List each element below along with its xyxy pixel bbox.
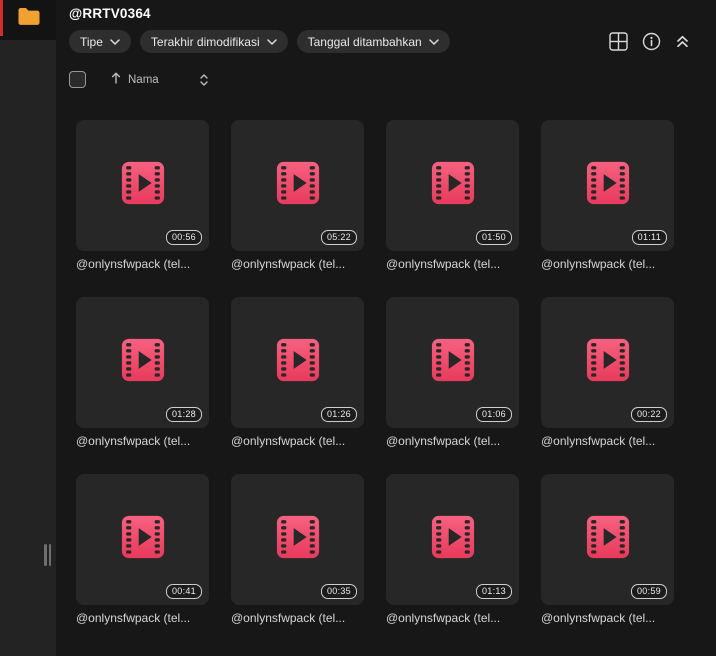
rail-active-item <box>0 0 56 40</box>
file-card[interactable]: 01:11 @onlynsfwpack (tel... <box>541 120 674 271</box>
grid-view-icon[interactable] <box>609 32 628 51</box>
duration-badge: 01:26 <box>320 407 357 422</box>
list-controls: Nama <box>69 71 716 88</box>
video-thumbnail: 01:13 <box>386 474 519 605</box>
filter-chip-date-added[interactable]: Tanggal ditambahkan <box>296 30 450 53</box>
video-thumbnail: 01:28 <box>76 297 209 428</box>
file-manager-window: @RRTV0364 Tipe Terakhir dimodifikasi Tan… <box>0 0 716 656</box>
info-icon[interactable] <box>642 32 661 51</box>
collapse-up-icon[interactable] <box>675 34 690 49</box>
sidebar-rail <box>0 0 56 656</box>
video-thumbnail: 01:11 <box>541 120 674 251</box>
duration-badge: 00:22 <box>630 407 667 422</box>
page-title: @RRTV0364 <box>69 6 151 21</box>
file-name: @onlynsfwpack (tel... <box>541 434 656 448</box>
film-icon <box>430 160 476 211</box>
film-icon <box>430 337 476 388</box>
file-grid: 00:56 @onlynsfwpack (tel... 05:22 @onlyn… <box>76 120 716 625</box>
filter-chip-label: Tipe <box>80 34 103 49</box>
file-name: @onlynsfwpack (tel... <box>386 257 501 271</box>
file-card[interactable]: 00:22 @onlynsfwpack (tel... <box>541 297 674 448</box>
filter-chip-label: Tanggal ditambahkan <box>307 34 422 49</box>
duration-badge: 01:50 <box>475 230 512 245</box>
toolbar-icons <box>609 32 690 51</box>
file-name: @onlynsfwpack (tel... <box>76 434 191 448</box>
sort-by-control[interactable]: Nama <box>111 72 159 87</box>
video-thumbnail: 05:22 <box>231 120 364 251</box>
video-thumbnail: 01:26 <box>231 297 364 428</box>
film-icon <box>120 514 166 565</box>
file-card[interactable]: 00:35 @onlynsfwpack (tel... <box>231 474 364 625</box>
video-thumbnail: 00:56 <box>76 120 209 251</box>
chevron-down-icon <box>428 38 439 45</box>
active-indicator <box>0 0 3 36</box>
duration-badge: 00:41 <box>165 584 202 599</box>
filter-chip-type[interactable]: Tipe <box>69 30 131 53</box>
sort-field-label: Nama <box>128 73 159 86</box>
duration-badge: 00:35 <box>320 584 357 599</box>
arrow-up-icon <box>111 72 121 87</box>
filter-chips: Tipe Terakhir dimodifikasi Tanggal ditam… <box>69 30 450 53</box>
file-name: @onlynsfwpack (tel... <box>76 611 191 625</box>
video-thumbnail: 00:59 <box>541 474 674 605</box>
duration-badge: 01:06 <box>475 407 512 422</box>
film-icon <box>585 514 631 565</box>
video-thumbnail: 00:35 <box>231 474 364 605</box>
file-card[interactable]: 01:13 @onlynsfwpack (tel... <box>386 474 519 625</box>
film-icon <box>275 514 321 565</box>
file-name: @onlynsfwpack (tel... <box>541 257 656 271</box>
file-name: @onlynsfwpack (tel... <box>541 611 656 625</box>
duration-badge: 00:56 <box>165 230 202 245</box>
video-thumbnail: 01:50 <box>386 120 519 251</box>
file-name: @onlynsfwpack (tel... <box>231 434 346 448</box>
file-card[interactable]: 01:28 @onlynsfwpack (tel... <box>76 297 209 448</box>
duration-badge: 05:22 <box>320 230 357 245</box>
filter-chip-last-modified[interactable]: Terakhir dimodifikasi <box>139 30 288 53</box>
duration-badge: 01:11 <box>631 230 667 245</box>
film-icon <box>275 160 321 211</box>
video-thumbnail: 00:41 <box>76 474 209 605</box>
filter-chip-label: Terakhir dimodifikasi <box>150 34 260 49</box>
duration-badge: 01:28 <box>165 407 202 422</box>
video-thumbnail: 01:06 <box>386 297 519 428</box>
file-name: @onlynsfwpack (tel... <box>231 611 346 625</box>
film-icon <box>585 337 631 388</box>
file-card[interactable]: 00:59 @onlynsfwpack (tel... <box>541 474 674 625</box>
film-icon <box>585 160 631 211</box>
video-thumbnail: 00:22 <box>541 297 674 428</box>
file-card[interactable]: 00:56 @onlynsfwpack (tel... <box>76 120 209 271</box>
film-icon <box>275 337 321 388</box>
folder-icon <box>17 7 40 31</box>
toolbar: Tipe Terakhir dimodifikasi Tanggal ditam… <box>69 30 716 53</box>
file-card[interactable]: 01:26 @onlynsfwpack (tel... <box>231 297 364 448</box>
file-name: @onlynsfwpack (tel... <box>386 611 501 625</box>
select-all-checkbox[interactable] <box>69 71 86 88</box>
film-icon <box>120 337 166 388</box>
file-card[interactable]: 00:41 @onlynsfwpack (tel... <box>76 474 209 625</box>
file-name: @onlynsfwpack (tel... <box>231 257 346 271</box>
file-card[interactable]: 01:06 @onlynsfwpack (tel... <box>386 297 519 448</box>
file-card[interactable]: 05:22 @onlynsfwpack (tel... <box>231 120 364 271</box>
film-icon <box>430 514 476 565</box>
file-name: @onlynsfwpack (tel... <box>76 257 191 271</box>
folder-shortcut-button[interactable] <box>15 8 41 30</box>
film-icon <box>120 160 166 211</box>
main-content: @RRTV0364 Tipe Terakhir dimodifikasi Tan… <box>56 0 716 656</box>
file-name: @onlynsfwpack (tel... <box>386 434 501 448</box>
updown-chevrons-icon[interactable] <box>199 73 209 87</box>
chevron-down-icon <box>266 38 277 45</box>
duration-badge: 01:13 <box>475 584 512 599</box>
file-card[interactable]: 01:50 @onlynsfwpack (tel... <box>386 120 519 271</box>
chevron-down-icon <box>110 38 120 45</box>
sidebar-resize-handle[interactable] <box>42 542 53 568</box>
duration-badge: 00:59 <box>630 584 667 599</box>
